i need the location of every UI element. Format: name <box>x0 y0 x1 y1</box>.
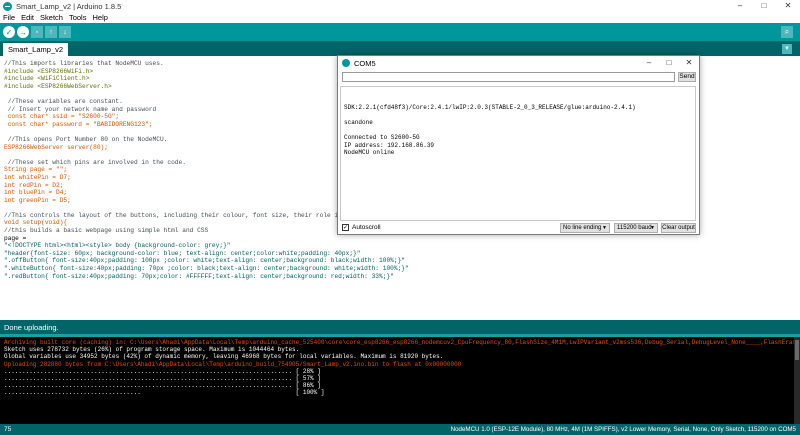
serial-output-line <box>344 127 692 135</box>
menu-file[interactable]: File <box>3 13 15 22</box>
code-line: ".offButton{ font-size:40px;padding: 100… <box>4 257 406 265</box>
console-line: Archiving built core (caching) in: C:\Us… <box>4 339 800 346</box>
title-bar: Smart_Lamp_v2 | Arduino 1.8.5 – □ ✕ <box>0 0 800 12</box>
status-strip: Done uploading. <box>0 320 800 334</box>
menu-bar: File Edit Sketch Tools Help <box>0 12 800 23</box>
serial-output-line <box>344 97 692 105</box>
code-line: page = <box>4 234 27 242</box>
baud-rate-select[interactable]: 115200 baud ▼ <box>614 223 658 233</box>
arrow-up-icon: ↑ <box>49 28 53 36</box>
new-button[interactable]: ▫ <box>31 26 43 38</box>
autoscroll-checkbox[interactable]: ✓ <box>342 224 349 231</box>
code-line: ".whiteButton{ font-size:40px;padding: 7… <box>4 265 409 273</box>
menu-edit[interactable]: Edit <box>21 13 34 22</box>
arduino-logo-icon <box>342 59 350 67</box>
menu-help[interactable]: Help <box>92 13 107 22</box>
serial-bottom-bar: ✓ Autoscroll No line ending ▼ 115200 baud… <box>338 222 699 234</box>
console-line: ........................................… <box>4 367 321 375</box>
serial-maximize-button[interactable]: □ <box>659 56 679 70</box>
arrow-right-icon: → <box>19 27 27 37</box>
chevron-down-icon: ▼ <box>602 225 607 231</box>
console-line: ...................................... [… <box>4 389 325 397</box>
serial-output-line: IP address: 192.168.86.39 <box>344 141 435 149</box>
close-button[interactable]: ✕ <box>776 0 800 12</box>
code-line: "<!DOCTYPE html><html><style> body {back… <box>4 242 231 250</box>
serial-window-controls: – □ ✕ <box>639 56 699 70</box>
board-info: NodeMCU 1.0 (ESP-12E Module), 80 MHz, 4M… <box>450 426 796 433</box>
menu-tools[interactable]: Tools <box>69 13 87 22</box>
window-title: Smart_Lamp_v2 | Arduino 1.8.5 <box>16 1 122 11</box>
new-file-icon: ▫ <box>35 28 39 36</box>
upload-button[interactable]: → <box>17 26 29 38</box>
verify-button[interactable]: ✓ <box>3 26 15 38</box>
serial-output-line <box>344 89 692 97</box>
serial-output-line: Connected to S2600-5G <box>344 134 420 141</box>
autoscroll-label: Autoscroll <box>352 224 381 231</box>
toolbar: ✓ → ▫ ↑ ↓ ⌕ <box>0 23 800 41</box>
line-ending-value: No line ending <box>563 225 602 231</box>
arrow-down-icon: ↓ <box>63 28 67 36</box>
send-button[interactable]: Send <box>678 72 696 82</box>
arduino-logo-icon <box>3 1 12 11</box>
save-button[interactable]: ↓ <box>59 26 71 38</box>
serial-output: SDK:2.2.1(cfd48f3)/Core:2.4.1/lwIP:2.0.3… <box>340 86 696 221</box>
serial-close-button[interactable]: ✕ <box>679 56 699 70</box>
console-line: Uploading 282880 bytes from C:\Users\Aha… <box>4 360 462 368</box>
console-line: Global variables use 34952 bytes (42%) o… <box>4 353 444 361</box>
console-line: Sketch uses 278732 bytes (26%) of progra… <box>4 346 300 354</box>
tab-smart-lamp[interactable]: Smart_Lamp_v2 <box>3 43 69 56</box>
line-ending-select[interactable]: No line ending ▼ <box>560 223 610 233</box>
serial-monitor-window: COM5 – □ ✕ Send SDK:2.2.1(cfd48f3)/Core:… <box>337 55 700 235</box>
bottom-status-bar: 75 NodeMCU 1.0 (ESP-12E Module), 80 MHz,… <box>0 424 800 435</box>
open-button[interactable]: ↑ <box>45 26 57 38</box>
chevron-down-icon: ▼ <box>650 225 655 231</box>
serial-output-line: scandone <box>344 119 373 126</box>
code-line: ".redButton{ font-size:40px;padding: 70p… <box>4 272 394 280</box>
console-scrollbar-thumb[interactable] <box>795 340 799 360</box>
serial-input-field[interactable] <box>342 72 675 82</box>
serial-output-line: NodeMCU online <box>344 149 395 156</box>
minimize-button[interactable]: – <box>728 0 752 12</box>
magnifier-icon: ⌕ <box>784 27 790 36</box>
maximize-button[interactable]: □ <box>752 0 776 12</box>
serial-monitor-button[interactable]: ⌕ <box>781 26 793 38</box>
tab-bar: Smart_Lamp_v2 ▾ <box>0 41 800 56</box>
serial-output-line: SDK:2.2.1(cfd48f3)/Core:2.4.1/lwIP:2.0.3… <box>344 104 636 111</box>
status-message: Done uploading. <box>4 323 59 332</box>
serial-output-line <box>344 112 692 120</box>
serial-monitor-titlebar: COM5 – □ ✕ <box>338 56 699 70</box>
baud-rate-value: 115200 baud <box>617 225 652 231</box>
menu-sketch[interactable]: Sketch <box>40 13 63 22</box>
console-line: ........................................… <box>4 382 321 390</box>
console-line: ........................................… <box>4 374 321 382</box>
window-controls: – □ ✕ <box>728 0 800 12</box>
clear-output-button[interactable]: Clear output <box>661 223 696 233</box>
checkmark-icon: ✓ <box>5 27 13 37</box>
tab-menu-button[interactable]: ▾ <box>782 44 792 54</box>
console-output: Archiving built core (caching) in: C:\Us… <box>0 337 800 424</box>
code-line: "header{font-size: 60px; background-colo… <box>4 249 361 257</box>
chevron-down-icon: ▾ <box>785 45 789 52</box>
serial-monitor-title: COM5 <box>354 58 376 68</box>
line-number: 75 <box>4 426 12 433</box>
serial-minimize-button[interactable]: – <box>639 56 659 70</box>
